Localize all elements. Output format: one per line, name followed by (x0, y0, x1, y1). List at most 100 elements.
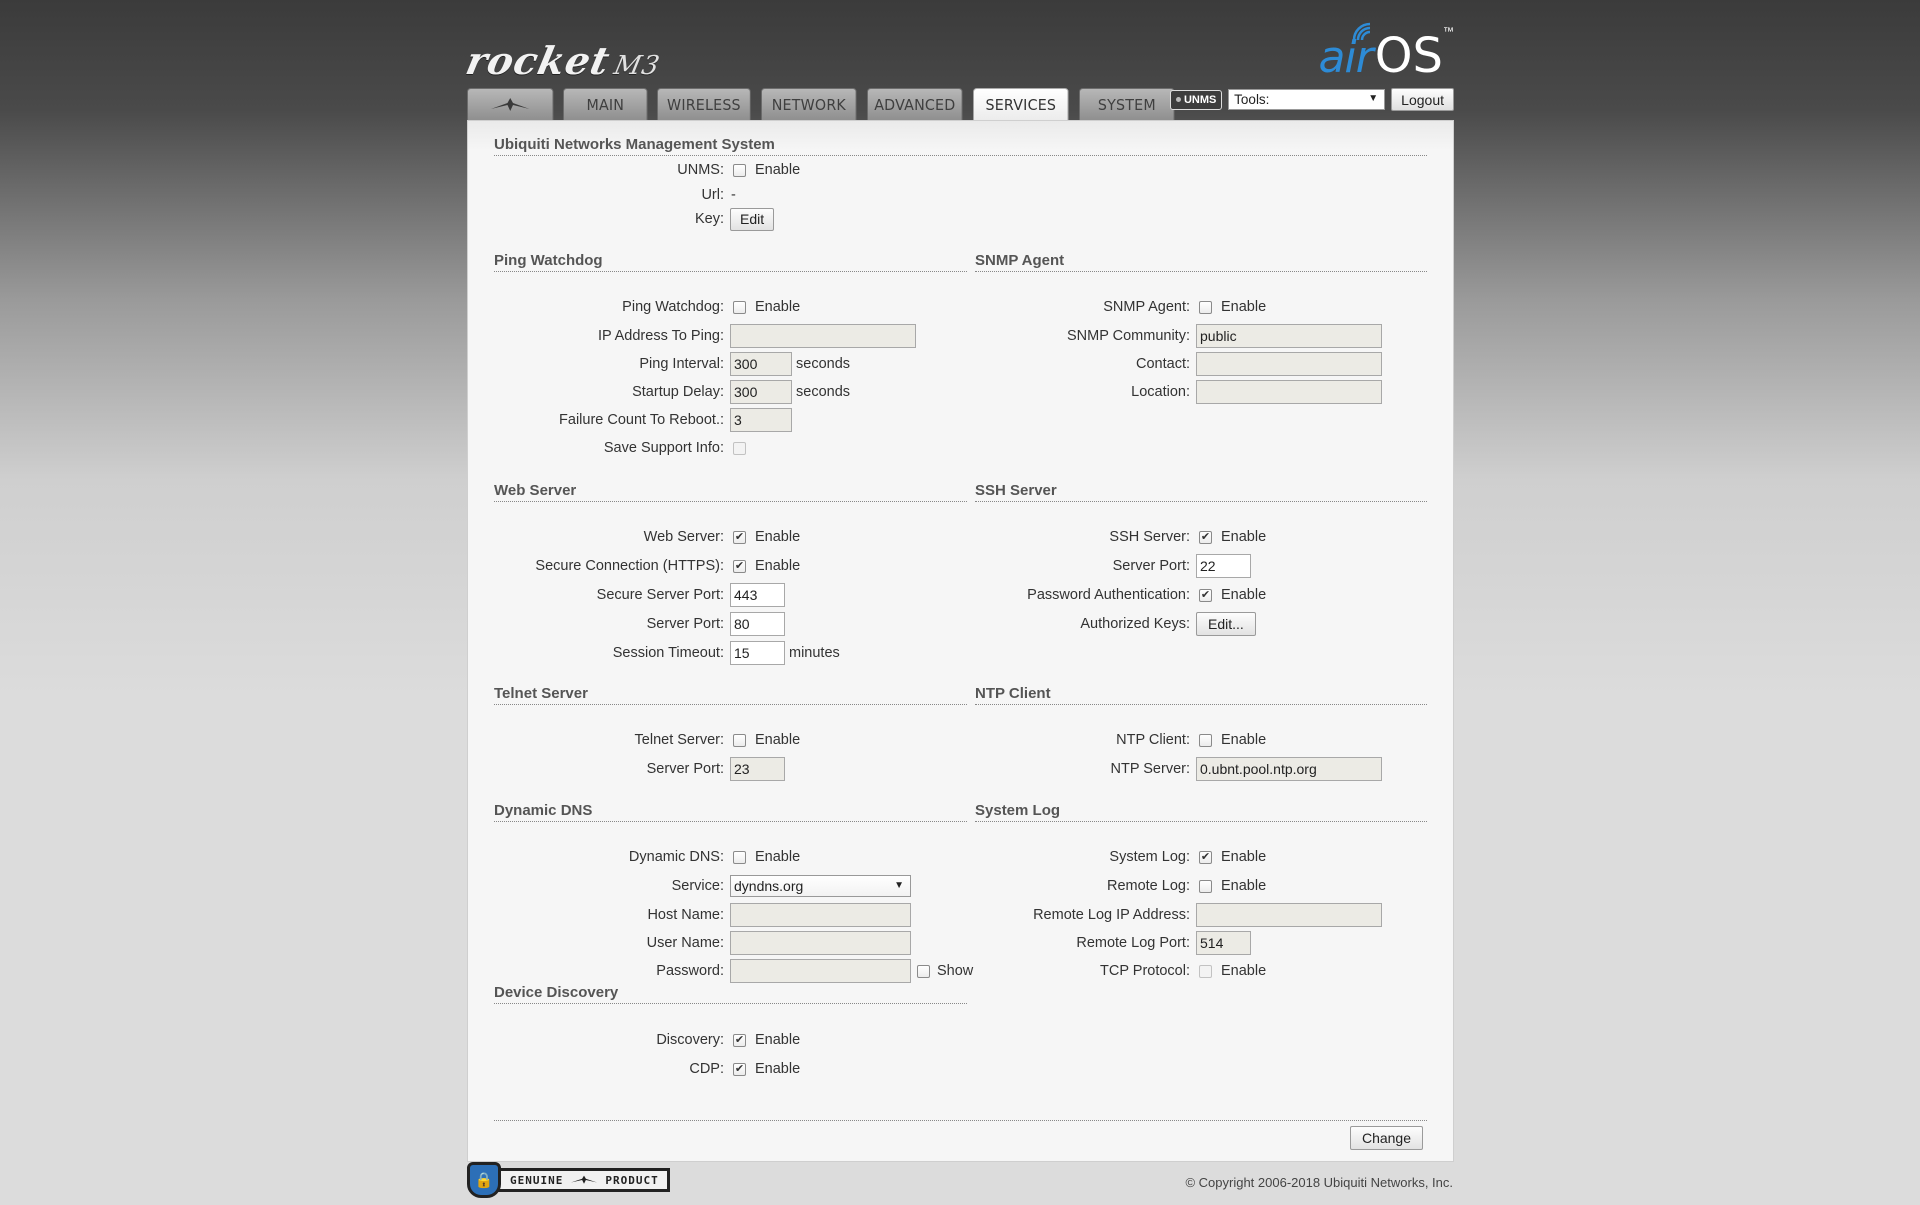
logout-button[interactable]: Logout (1391, 88, 1454, 111)
web-server-enable-label: Enable (755, 529, 801, 545)
ssh-port-input[interactable]: 22 (1196, 554, 1251, 578)
tab-advanced[interactable]: ADVANCED (867, 88, 963, 120)
ping-interval-label: Ping Interval: (639, 356, 724, 372)
secure-port-input[interactable]: 443 (730, 583, 785, 607)
ddns-service-label: Service: (671, 878, 724, 894)
tab-wireless[interactable]: WIRELESS (657, 88, 751, 120)
ssh-enable-checkbox[interactable]: ✔ (1199, 530, 1212, 544)
logo-air: air (1318, 32, 1373, 83)
snmp-contact-label: Contact: (1136, 356, 1190, 372)
unms-status-badge[interactable]: UNMS (1170, 89, 1223, 110)
section-title-telnet: Telnet Server (494, 685, 967, 705)
system-log-enable-label: Enable (1221, 849, 1267, 865)
telnet-port-input[interactable]: 23 (730, 757, 785, 781)
discovery-enable-checkbox[interactable]: ✔ (733, 1033, 746, 1047)
tcp-protocol-label: TCP Protocol: (1100, 963, 1190, 979)
web-server-label: Web Server: (643, 529, 724, 545)
ddns-password-input[interactable] (730, 959, 911, 983)
ntp-server-input[interactable]: 0.ubnt.pool.ntp.org (1196, 757, 1382, 781)
snmp-location-label: Location: (1131, 384, 1190, 400)
save-support-row: Save Support Info: (494, 436, 755, 460)
system-log-enable-checkbox[interactable]: ✔ (1199, 850, 1212, 864)
remote-log-port-input[interactable]: 514 (1196, 931, 1251, 955)
logo-os: OS (1374, 28, 1443, 84)
genuine-product-bar: GENUINE PRODUCT (495, 1168, 670, 1192)
ping-interval-input[interactable]: 300 (730, 352, 792, 376)
services-panel: Ubiquiti Networks Management System UNMS… (467, 120, 1454, 1162)
tab-main[interactable]: MAIN (563, 88, 648, 120)
ssh-server-row: SSH Server: ✔ Enable (975, 525, 1266, 549)
ddns-host-input[interactable] (730, 903, 911, 927)
discovery-enable-label: Enable (755, 1032, 801, 1048)
password-auth-row: Password Authentication: ✔ Enable (975, 583, 1266, 607)
ip-to-ping-input[interactable] (730, 324, 916, 348)
remote-log-port-label: Remote Log Port: (1076, 935, 1190, 951)
ddns-service-select[interactable]: dyndns.org ▼ (730, 875, 911, 897)
https-enable-checkbox[interactable]: ✔ (733, 559, 746, 573)
remote-log-port-row: Remote Log Port: 514 (975, 931, 1251, 955)
ddns-enable-label: Enable (755, 849, 801, 865)
ssh-server-label: SSH Server: (1109, 529, 1190, 545)
ddns-host-label: Host Name: (647, 907, 724, 923)
tab-ubiquiti-home[interactable] (467, 88, 554, 120)
snmp-location-row: Location: (975, 380, 1382, 404)
ddns-service-row: Service: dyndns.org ▼ (494, 874, 911, 898)
ubiquiti-logo-icon (571, 1175, 598, 1184)
snmp-agent-row: SNMP Agent: Enable (975, 295, 1266, 319)
ntp-enable-label: Enable (1221, 732, 1267, 748)
copyright-text: © Copyright 2006-2018 Ubiquiti Networks,… (1185, 1175, 1453, 1190)
cdp-row: CDP: ✔ Enable (494, 1057, 800, 1081)
ping-watchdog-row: Ping Watchdog: Enable (494, 295, 800, 319)
tcp-protocol-checkbox[interactable] (1199, 964, 1212, 978)
web-port-input[interactable]: 80 (730, 612, 785, 636)
ntp-enable-checkbox[interactable] (1199, 733, 1212, 747)
telnet-enable-checkbox[interactable] (733, 733, 746, 747)
snmp-enable-label: Enable (1221, 299, 1267, 315)
brand-name: rocket (462, 38, 615, 83)
unms-enable-checkbox[interactable] (733, 163, 746, 177)
change-button[interactable]: Change (1349, 1126, 1423, 1150)
password-auth-checkbox[interactable]: ✔ (1199, 588, 1212, 602)
remote-log-ip-input[interactable] (1196, 903, 1382, 927)
show-password-checkbox[interactable] (917, 964, 930, 978)
failure-count-input[interactable]: 3 (730, 408, 792, 432)
ddns-enable-checkbox[interactable] (733, 850, 746, 864)
tab-system[interactable]: SYSTEM (1079, 88, 1175, 120)
cdp-label: CDP: (689, 1061, 724, 1077)
https-row: Secure Connection (HTTPS): ✔ Enable (494, 554, 800, 578)
tools-dropdown-value: Tools: (1234, 92, 1270, 107)
authorized-keys-edit-button[interactable]: Edit... (1196, 612, 1256, 636)
tab-services[interactable]: SERVICES (973, 88, 1069, 120)
password-auth-label: Password Authentication: (1027, 587, 1190, 603)
product-brand-logo: rocketM3 (462, 38, 665, 83)
system-log-row: System Log: ✔ Enable (975, 845, 1266, 869)
startup-delay-input[interactable]: 300 (730, 380, 792, 404)
key-edit-button[interactable]: Edit (730, 207, 775, 231)
snmp-contact-input[interactable] (1196, 352, 1382, 376)
cdp-enable-label: Enable (755, 1061, 801, 1077)
web-server-enable-checkbox[interactable]: ✔ (733, 530, 746, 544)
tools-dropdown[interactable]: Tools: ▼ (1228, 89, 1386, 110)
product-label: PRODUCT (605, 1173, 659, 1187)
snmp-enable-checkbox[interactable] (1199, 300, 1212, 314)
ping-watchdog-enable-checkbox[interactable] (733, 300, 746, 314)
section-title-unms: Ubiquiti Networks Management System (494, 136, 1427, 156)
save-support-checkbox[interactable] (733, 441, 746, 455)
ddns-user-input[interactable] (730, 931, 911, 955)
cdp-enable-checkbox[interactable]: ✔ (733, 1062, 746, 1076)
snmp-location-input[interactable] (1196, 380, 1382, 404)
ping-interval-unit: seconds (796, 356, 851, 372)
authorized-keys-row: Authorized Keys: Edit... (975, 612, 1256, 636)
wireless-waves-icon (1353, 22, 1371, 41)
startup-delay-label: Startup Delay: (632, 384, 724, 400)
section-title-device-discovery: Device Discovery (494, 984, 967, 1004)
section-title-snmp: SNMP Agent (975, 252, 1427, 272)
https-label: Secure Connection (HTTPS): (535, 558, 724, 574)
snmp-community-input[interactable]: public (1196, 324, 1382, 348)
section-title-ntp: NTP Client (975, 685, 1427, 705)
session-timeout-input[interactable]: 15 (730, 641, 785, 665)
remote-log-enable-checkbox[interactable] (1199, 879, 1212, 893)
tab-network[interactable]: NETWORK (761, 88, 857, 120)
unms-badge-label: UNMS (1183, 93, 1217, 106)
footer-divider (494, 1120, 1427, 1121)
